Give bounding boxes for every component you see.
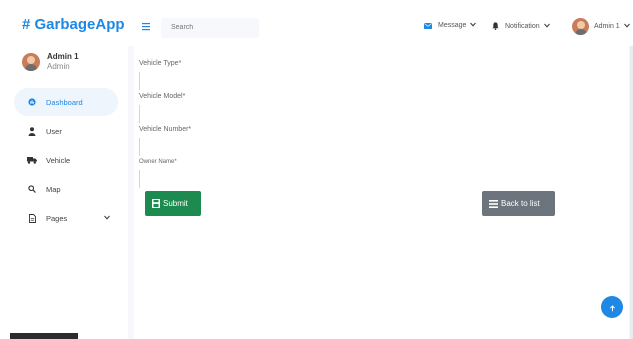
back-to-list-button[interactable]: Back to list (482, 191, 555, 216)
vehicle-number-label: Vehicle Number* (139, 126, 192, 133)
notifications-menu[interactable]: Notification (492, 22, 550, 30)
sidebar-item-label: User (46, 126, 62, 136)
avatar (572, 18, 589, 35)
sidebar: # GarbageApp Admin 1 Admin Dashboard Use… (0, 0, 128, 339)
chevron-down-icon (470, 22, 477, 29)
list-icon (489, 199, 498, 208)
vehicle-number-field: Vehicle Number* (139, 126, 629, 156)
sidebar-profile[interactable]: Admin 1 Admin (22, 52, 79, 72)
chevron-down-icon (623, 23, 630, 30)
vehicle-type-label: Vehicle Type* (139, 60, 182, 67)
sidebar-item-label: Map (46, 184, 61, 194)
vehicle-form-card: Vehicle Type* Vehicle Model* Vehicle Num… (134, 46, 629, 339)
user-menu-label: Admin 1 (594, 23, 620, 30)
notifications-label: Notification (505, 22, 540, 30)
chevron-down-icon (104, 213, 110, 222)
brand-logo[interactable]: # GarbageApp (22, 16, 125, 33)
arrow-up-icon (609, 300, 616, 315)
top-header: Message Notification Admin 1 (128, 0, 633, 46)
search-input[interactable] (161, 18, 259, 38)
bell-icon (492, 22, 499, 30)
sidebar-item-label: Vehicle (46, 155, 71, 165)
messages-label: Message (438, 22, 467, 29)
back-to-list-label: Back to list (501, 199, 540, 208)
sidebar-item-label: Dashboard (46, 97, 83, 107)
owner-name-label: Owner Name* (139, 159, 177, 165)
sidebar-item-pages[interactable]: Pages (14, 204, 118, 232)
vehicle-number-input[interactable] (139, 138, 629, 156)
sidebar-item-map[interactable]: Map (14, 175, 118, 203)
sidebar-item-label: Pages (46, 213, 68, 223)
vehicle-type-field: Vehicle Type* (139, 60, 629, 90)
messages-menu[interactable]: Message (424, 22, 477, 29)
dashboard-icon (26, 98, 38, 106)
profile-name: Admin 1 (47, 52, 79, 61)
document-icon (26, 213, 38, 223)
sidebar-item-user[interactable]: User (14, 117, 118, 145)
main-content: Vehicle Type* Vehicle Model* Vehicle Num… (128, 46, 633, 339)
owner-name-input[interactable] (139, 170, 629, 188)
submit-label: Submit (163, 199, 188, 208)
vehicle-model-field: Vehicle Model* (139, 93, 629, 123)
app-root: # GarbageApp Admin 1 Admin Dashboard Use… (0, 0, 633, 339)
avatar (22, 53, 40, 71)
save-icon (152, 199, 160, 208)
truck-icon (26, 156, 38, 164)
status-strip (10, 333, 78, 339)
owner-name-field: Owner Name* (139, 159, 629, 188)
sidebar-nav: Dashboard User Vehicle Map Pages (14, 88, 118, 233)
sidebar-item-vehicle[interactable]: Vehicle (14, 146, 118, 174)
vehicle-model-input[interactable] (139, 105, 629, 123)
user-icon (26, 126, 38, 136)
chevron-down-icon (543, 23, 550, 30)
menu-toggle-icon[interactable] (141, 18, 151, 31)
map-search-icon (26, 185, 38, 193)
user-menu[interactable]: Admin 1 (572, 18, 630, 35)
vehicle-type-input[interactable] (139, 72, 629, 90)
profile-text: Admin 1 Admin (47, 52, 79, 72)
sidebar-item-dashboard[interactable]: Dashboard (14, 88, 118, 116)
profile-role: Admin (47, 62, 70, 71)
vehicle-model-label: Vehicle Model* (139, 93, 186, 100)
scroll-to-top-button[interactable] (601, 296, 623, 318)
submit-button[interactable]: Submit (145, 191, 201, 216)
envelope-icon (424, 22, 432, 29)
